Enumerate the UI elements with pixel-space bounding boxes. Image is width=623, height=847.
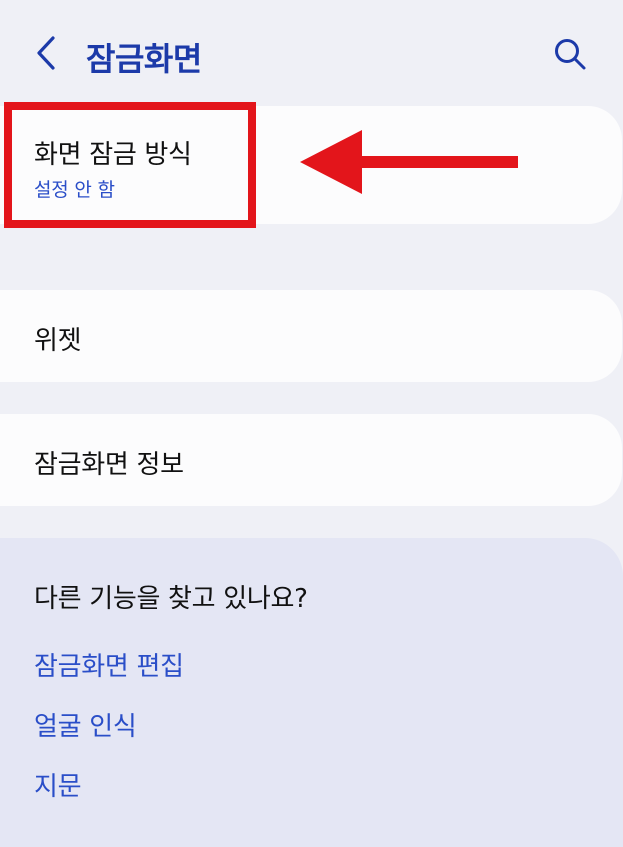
suggestion-link-face-recognition[interactable]: 얼굴 인식	[34, 706, 137, 743]
lock-screen-info-title: 잠금화면 정보	[34, 450, 184, 480]
suggestion-link-edit-lock-screen[interactable]: 잠금화면 편집	[34, 646, 184, 683]
widgets-item[interactable]: 위젯	[0, 290, 622, 382]
app-header: 잠금화면	[0, 0, 623, 108]
widgets-title: 위젯	[34, 326, 82, 356]
suggestions-panel: 다른 기능을 찾고 있나요? 잠금화면 편집 얼굴 인식 지문	[0, 538, 623, 847]
page-title: 잠금화면	[86, 40, 202, 78]
search-button[interactable]	[548, 32, 592, 76]
suggestions-heading: 다른 기능을 찾고 있나요?	[34, 584, 308, 614]
screen-lock-type-value: 설정 안 함	[34, 179, 115, 201]
screen-lock-type-item[interactable]: 화면 잠금 방식 설정 안 함	[0, 106, 622, 224]
screen-lock-type-title: 화면 잠금 방식	[34, 140, 192, 170]
back-button[interactable]	[28, 30, 64, 76]
lock-screen-info-item[interactable]: 잠금화면 정보	[0, 414, 622, 506]
search-icon	[555, 39, 586, 70]
chevron-left-icon	[37, 36, 55, 70]
suggestion-link-fingerprint[interactable]: 지문	[34, 766, 82, 803]
